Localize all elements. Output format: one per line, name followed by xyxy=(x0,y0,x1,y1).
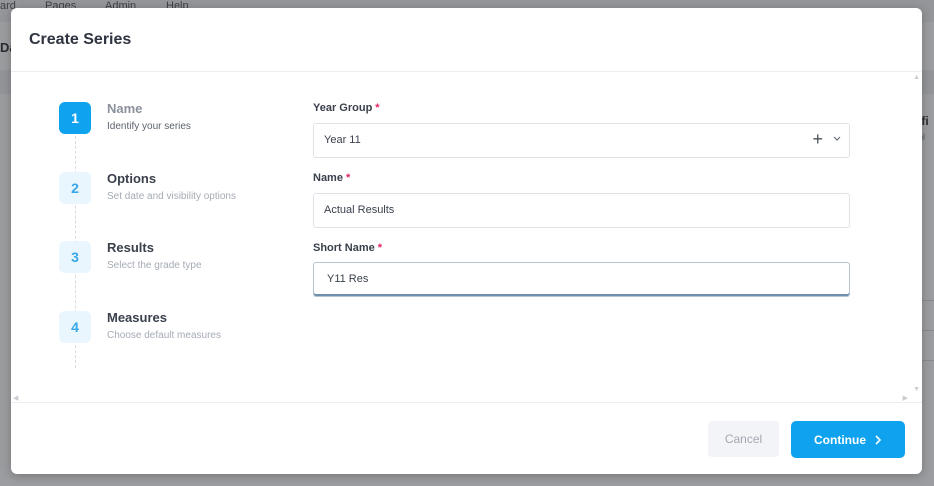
step-name[interactable]: 1 Name Identify your series xyxy=(59,101,299,152)
year-group-value: Year 11 xyxy=(324,134,361,146)
chevron-down-icon[interactable] xyxy=(831,134,843,144)
cancel-button[interactable]: Cancel xyxy=(708,421,779,457)
scroll-right-arrow-icon[interactable]: ▶ xyxy=(903,394,908,402)
create-series-modal: Create Series ▲ ▼ ◀ ▶ 1 Name Identify yo… xyxy=(11,8,922,474)
scroll-left-arrow-icon[interactable]: ◀ xyxy=(13,394,18,402)
wizard-stepper: 1 Name Identify your series 2 Options Se… xyxy=(59,72,299,382)
step-title: Results xyxy=(107,240,154,255)
modal-header: Create Series xyxy=(11,8,922,72)
name-label-text: Name xyxy=(313,172,343,184)
step-options[interactable]: 2 Options Set date and visibility option… xyxy=(59,171,299,222)
modal-body: ▲ ▼ ◀ ▶ 1 Name Identify your series 2 Op… xyxy=(11,72,922,402)
short-name-input[interactable]: Y11 Res xyxy=(313,262,850,297)
short-name-value: Y11 Res xyxy=(327,273,369,285)
short-name-label-text: Short Name xyxy=(313,242,375,254)
step-subtitle: Set date and visibility options xyxy=(107,191,236,202)
modal-footer: Cancel Continue xyxy=(11,402,922,474)
step-title: Options xyxy=(107,171,157,186)
step-subtitle: Choose default measures xyxy=(107,330,221,341)
name-value: Actual Results xyxy=(324,204,395,216)
step-number: 2 xyxy=(59,172,91,204)
short-name-label: Short Name * xyxy=(313,242,382,254)
plus-icon[interactable]: + xyxy=(812,130,823,148)
step-number: 3 xyxy=(59,241,91,273)
required-marker: * xyxy=(375,102,380,114)
continue-button-label: Continue xyxy=(814,432,866,447)
year-group-label-text: Year Group xyxy=(313,102,373,114)
year-group-select[interactable]: Year 11 + xyxy=(313,123,850,158)
name-label: Name * xyxy=(313,172,350,184)
chevron-right-icon xyxy=(875,434,882,445)
modal-title: Create Series xyxy=(29,31,132,48)
step-number: 1 xyxy=(59,102,91,134)
step-title: Measures xyxy=(107,310,167,325)
scroll-down-arrow-icon[interactable]: ▼ xyxy=(913,386,920,393)
step-number: 4 xyxy=(59,311,91,343)
step-results[interactable]: 3 Results Select the grade type xyxy=(59,240,299,291)
cancel-button-label: Cancel xyxy=(724,432,763,446)
name-input[interactable]: Actual Results xyxy=(313,193,850,228)
scroll-up-arrow-icon[interactable]: ▲ xyxy=(913,74,920,81)
required-marker: * xyxy=(345,172,351,184)
required-marker: * xyxy=(377,242,383,254)
step-subtitle: Select the grade type xyxy=(107,260,202,271)
step-title: Name xyxy=(107,101,143,116)
step-subtitle: Identify your series xyxy=(107,121,191,132)
year-group-label: Year Group * xyxy=(313,102,380,114)
step-measures[interactable]: 4 Measures Choose default measures xyxy=(59,310,299,361)
continue-button[interactable]: Continue xyxy=(791,421,905,458)
